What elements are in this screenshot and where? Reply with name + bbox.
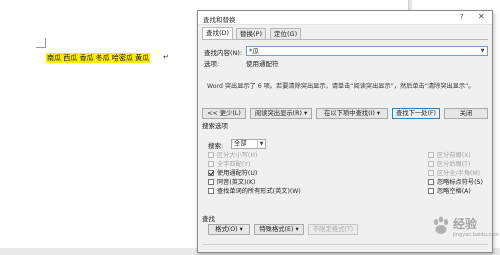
less-button[interactable]: << 更少(L) <box>202 108 246 119</box>
chevron-down-icon[interactable]: ▼ <box>478 47 487 55</box>
checkbox-box[interactable] <box>208 161 214 167</box>
options-label: 选项: <box>204 60 220 68</box>
search-direction-value: 全部 <box>234 140 247 147</box>
checkbox-box[interactable] <box>208 179 214 185</box>
all-word-forms-checkbox[interactable]: 查找单词的所有形式(英文)(W) <box>208 188 301 197</box>
tab-replace[interactable]: 替换(P) <box>236 28 266 39</box>
option-label: 区分前缀(X) <box>437 152 471 159</box>
baidu-watermark: 经验 jingyan.baidu.com <box>430 214 500 244</box>
option-label: 区分后缀(T) <box>437 161 471 168</box>
use-wildcards-checkbox[interactable]: 使用通配符(U) <box>208 170 257 179</box>
whole-word-checkbox[interactable]: 全字匹配(Y) <box>208 161 250 170</box>
options-value: 使用通配符 <box>246 60 279 68</box>
ignore-whitespace-checkbox[interactable]: 忽略空格(A) <box>428 188 471 197</box>
sounds-like-checkbox[interactable]: 同音(英文)(K) <box>208 179 255 188</box>
option-label: 忽略标点符号(S) <box>437 179 483 186</box>
tab-goto[interactable]: 定位(G) <box>270 28 302 39</box>
option-label: 同音(英文)(K) <box>217 179 256 186</box>
checkbox-box[interactable] <box>428 188 434 194</box>
find-what-input[interactable]: *瓜 ▼ <box>246 46 488 56</box>
dialog-bottom-divider <box>202 244 488 245</box>
highlighted-document-text[interactable]: 南瓜 西瓜 香瓜 冬瓜 哈密瓜 黄瓜 <box>46 53 151 63</box>
find-what-label: 查找内容(N): <box>204 49 243 57</box>
search-direction-label: 搜索: <box>208 142 224 150</box>
option-label: 查找单词的所有形式(英文)(W) <box>217 188 301 195</box>
reading-highlight-button[interactable]: 阅读突出显示(R) ▾ <box>250 108 312 119</box>
ignore-punctuation-checkbox[interactable]: 忽略标点符号(S) <box>428 179 483 188</box>
match-width-checkbox[interactable]: 区分全/半角(M) <box>428 170 480 179</box>
special-button[interactable]: 特殊格式(E) ▾ <box>254 224 304 235</box>
checkbox-box[interactable] <box>428 170 434 176</box>
checkbox-box[interactable] <box>208 152 214 158</box>
page-corner-mark <box>45 38 46 48</box>
watermark-text: 经验 <box>453 217 478 231</box>
match-case-checkbox[interactable]: 区分大小写(H) <box>208 152 257 161</box>
option-label: 区分全/半角(M) <box>437 170 481 177</box>
search-options-title: 搜索选项 <box>202 122 228 130</box>
dialog-title: 查找和替换 <box>203 16 236 24</box>
find-next-button[interactable]: 查找下一处(F) <box>392 108 440 119</box>
option-label: 忽略空格(A) <box>437 188 471 195</box>
checkbox-box[interactable] <box>428 161 434 167</box>
watermark-subtext: jingyan.baidu.com <box>453 232 500 238</box>
no-formatting-button: 不限定格式(T) <box>308 224 358 235</box>
close-button[interactable]: 关闭 <box>444 108 488 119</box>
checkbox-box[interactable] <box>208 170 214 176</box>
option-label: 使用通配符(U) <box>217 170 258 177</box>
help-icon[interactable]: ? <box>460 13 464 21</box>
tab-panel-border <box>202 39 488 40</box>
format-button[interactable]: 格式(O) ▾ <box>208 224 250 235</box>
match-prefix-checkbox[interactable]: 区分前缀(X) <box>428 152 471 161</box>
option-label: 区分大小写(H) <box>217 152 258 159</box>
highlight-info-text: Word 突出显示了 6 项。若要清除突出显示，请单击“阅读突出显示”，然后单击… <box>207 83 475 90</box>
dialog-titlebar[interactable]: 查找和替换 ? ✕ <box>198 11 492 25</box>
checkbox-box[interactable] <box>428 152 434 158</box>
checkbox-box[interactable] <box>208 188 214 194</box>
checkbox-box[interactable] <box>428 179 434 185</box>
find-section-title: 查找 <box>202 215 215 223</box>
tab-find[interactable]: 查找(D) <box>202 27 234 39</box>
paw-logo-icon <box>433 216 449 234</box>
search-direction-select[interactable]: 全部 ▼ <box>231 139 266 149</box>
paragraph-mark: ↵ <box>163 53 169 61</box>
option-label: 全字匹配(Y) <box>217 161 251 168</box>
close-icon[interactable]: ✕ <box>478 12 485 21</box>
chevron-down-icon[interactable]: ▼ <box>257 140 265 148</box>
find-in-button[interactable]: 在以下项中查找(I) ▾ <box>316 108 388 119</box>
match-suffix-checkbox[interactable]: 区分后缀(T) <box>428 161 470 170</box>
find-what-value: *瓜 <box>249 47 259 55</box>
